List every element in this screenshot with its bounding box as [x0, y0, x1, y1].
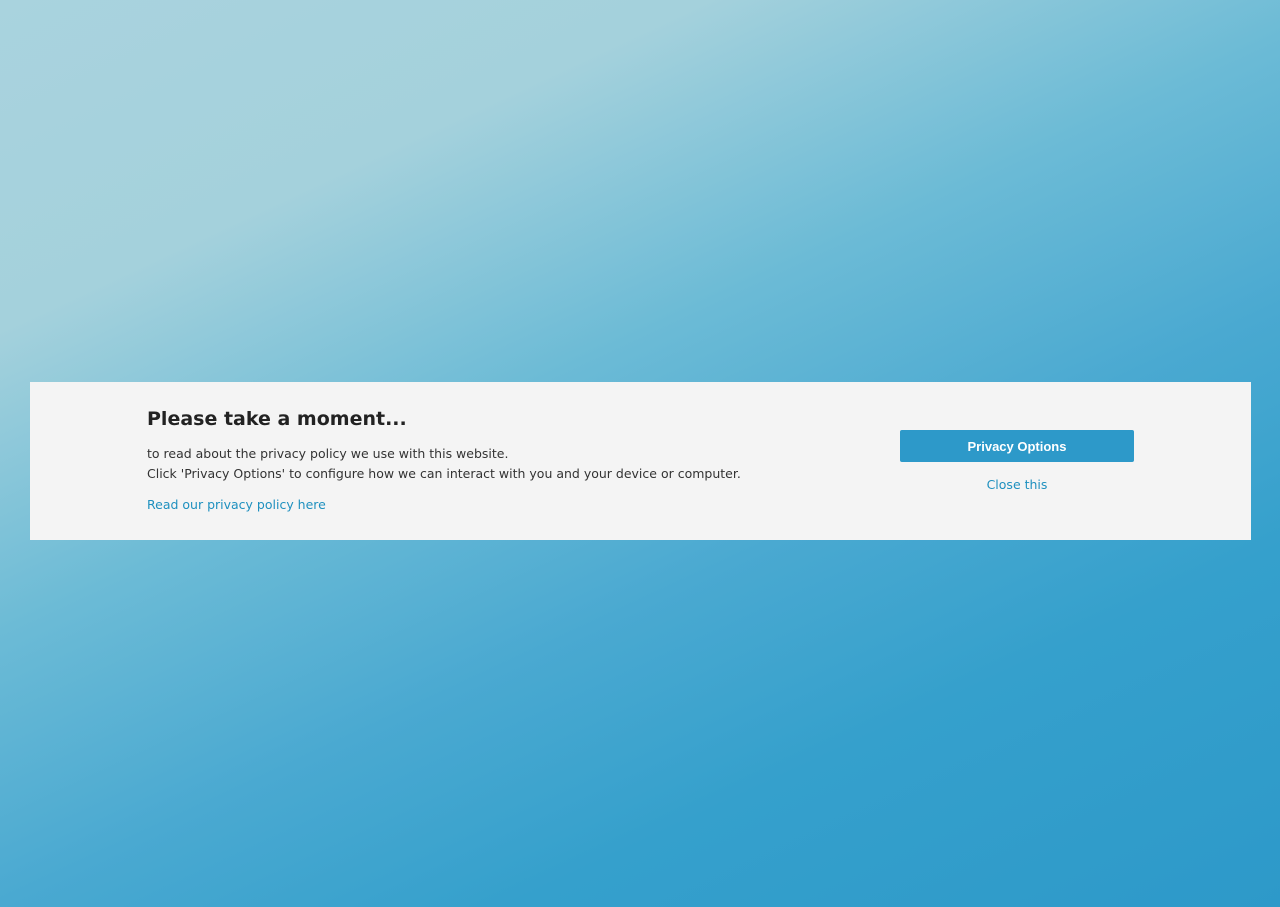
close-banner-link[interactable]: Close this — [987, 476, 1048, 494]
banner-body: to read about the privacy policy we use … — [147, 444, 787, 484]
banner-body-line-1: to read about the privacy policy we use … — [147, 446, 509, 461]
banner-title: Please take a moment... — [147, 408, 407, 430]
banner-body-line-2: Click 'Privacy Options' to configure how… — [147, 466, 741, 481]
privacy-policy-link[interactable]: Read our privacy policy here — [147, 496, 326, 514]
banner-actions: Privacy Options Close this — [900, 430, 1134, 494]
banner-text-block: Please take a moment... to read about th… — [147, 406, 787, 514]
privacy-options-button[interactable]: Privacy Options — [900, 430, 1134, 462]
privacy-consent-banner: Please take a moment... to read about th… — [30, 382, 1251, 540]
